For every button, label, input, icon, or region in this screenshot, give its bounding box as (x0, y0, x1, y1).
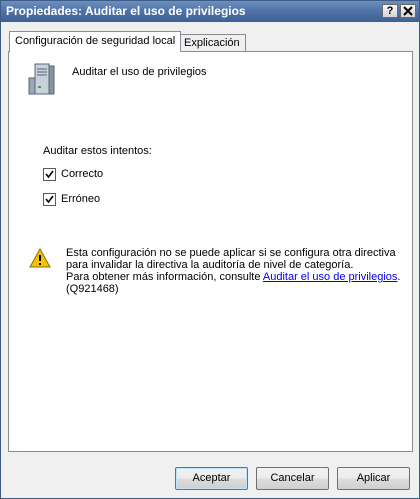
close-button[interactable] (400, 4, 416, 18)
failure-checkbox[interactable] (43, 193, 56, 206)
warning-icon (29, 247, 51, 268)
warning-message: Esta configuración no se puede aplicar s… (66, 247, 406, 295)
warning-line-1: Esta configuración no se puede aplicar s… (66, 247, 396, 259)
title-bar[interactable]: Propiedades: Auditar el uso de privilegi… (1, 1, 419, 22)
tab-panel: Auditar el uso de privilegios Auditar es… (8, 51, 413, 452)
apply-button[interactable]: Aplicar (337, 467, 410, 490)
policy-name: Auditar el uso de privilegios (72, 66, 207, 78)
checkmark-icon (45, 195, 54, 204)
checkmark-icon (45, 170, 54, 179)
ok-button[interactable]: Aceptar (175, 467, 248, 490)
window-title: Propiedades: Auditar el uso de privilegi… (6, 4, 246, 18)
audit-attempts-label: Auditar estos intentos: (43, 145, 152, 157)
properties-dialog: Propiedades: Auditar el uso de privilegi… (0, 0, 420, 499)
more-info-link[interactable]: Auditar el uso de privilegios (263, 271, 398, 283)
close-icon (403, 6, 413, 16)
warning-line-4: (Q921468) (66, 283, 119, 295)
server-policy-icon (25, 60, 57, 96)
success-checkbox-label[interactable]: Correcto (61, 168, 103, 180)
tab-local-security-setting[interactable]: Configuración de seguridad local (9, 31, 182, 52)
cancel-button[interactable]: Cancelar (256, 467, 329, 490)
help-button[interactable]: ? (382, 4, 398, 18)
failure-checkbox-label[interactable]: Erróneo (61, 193, 100, 205)
success-checkbox[interactable] (43, 168, 56, 181)
tab-explanation[interactable]: Explicación (178, 34, 246, 52)
warning-line-3-prefix: Para obtener más información, consulte (66, 271, 263, 283)
warning-line-2: para invalidar la directiva la auditoría… (66, 259, 354, 271)
warning-line-3-suffix: . (397, 271, 401, 283)
